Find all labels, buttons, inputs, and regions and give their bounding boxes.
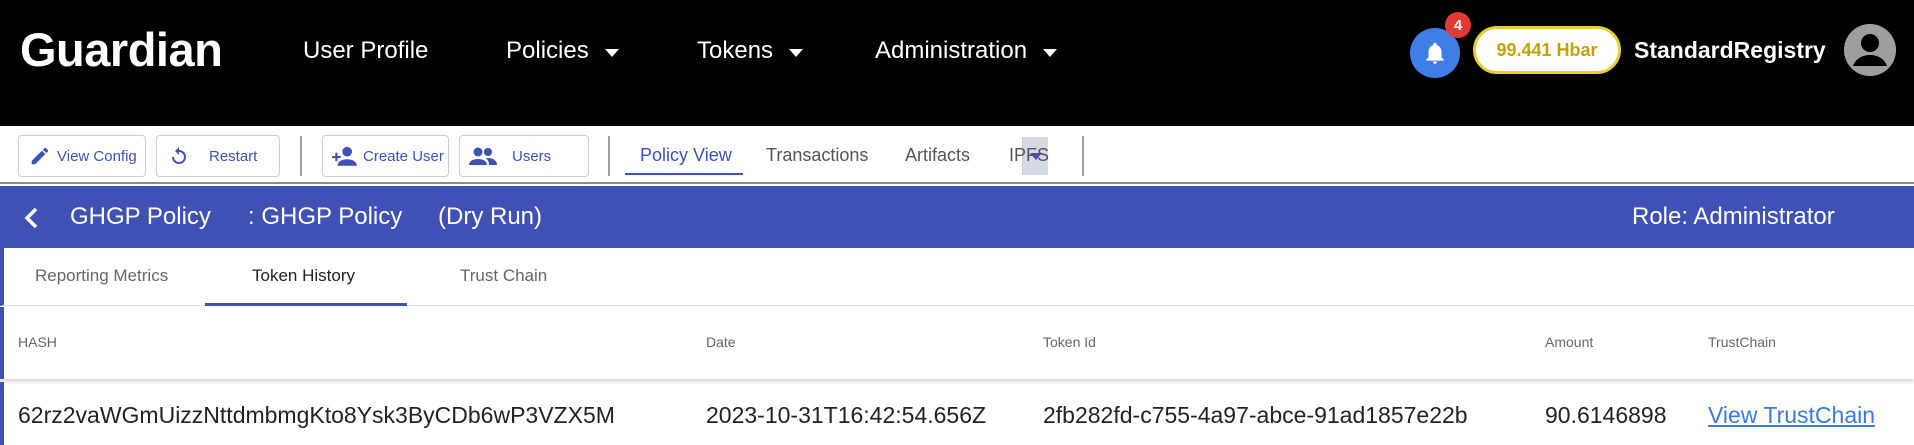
column-header-trustchain: TrustChain [1708,334,1776,350]
policy-mode: (Dry Run) [438,203,543,230]
users-label: Users [512,147,552,165]
username: StandardRegistry [1634,37,1826,63]
view-config-label: View Config [57,147,137,165]
nav-user-profile[interactable]: User Profile [303,37,428,65]
restart-icon [172,147,186,164]
toolbar-divider [608,136,610,176]
person-add-icon [332,146,357,166]
nav-tokens[interactable]: Tokens [697,37,804,65]
tab-trust-chain[interactable]: Trust Chain [460,266,547,286]
column-header-amount: Amount [1545,334,1594,350]
tab-reporting-metrics[interactable]: Reporting Metrics [35,266,168,286]
cell-amount: 90.6146898 [1545,402,1667,428]
table-header: HASH Date Token Id Amount TrustChain [0,307,1914,379]
nav-administration[interactable]: Administration [875,37,1058,65]
content-tabs: Reporting Metrics Token History Trust Ch… [0,248,1914,306]
column-header-token-id: Token Id [1043,334,1096,350]
table-row: 62rz2vaWGmUizzNttdmbmgKto8Ysk3ByCDb6wP3V… [0,382,1914,445]
view-trustchain-link[interactable]: View TrustChain [1708,402,1875,429]
toolbar-divider [1082,136,1084,176]
chevron-left-icon [24,207,38,229]
restart-label: Restart [209,147,258,165]
cell-date: 2023-10-31T16:42:54.656Z [706,402,987,428]
chevron-down-icon [1043,48,1058,57]
top-navbar: Guardian User Profile Policies Tokens Ad… [0,0,1914,126]
chevron-down-icon [604,48,619,57]
tab-artifacts[interactable]: Artifacts [905,145,970,166]
users-dropdown-button[interactable]: Users [459,135,1048,177]
column-header-hash: HASH [18,334,57,350]
nav-policies[interactable]: Policies [506,37,619,65]
toolbar-divider [300,136,302,176]
pencil-icon [31,147,49,165]
policy-subtitle: : GHGP Policy [248,203,403,230]
view-config-button[interactable]: View Config [18,135,146,177]
balance-pill[interactable]: 99.441 Hbar [1473,26,1621,74]
back-button[interactable] [22,206,42,235]
brand-logo[interactable]: Guardian [20,22,223,77]
cell-token-id: 2fb282fd-c755-4a97-abce-91ad1857e22b [1043,402,1468,428]
tab-token-history[interactable]: Token History [252,266,355,286]
column-header-date: Date [706,334,736,350]
nav-policies-label: Policies [506,37,589,64]
policy-toolbar: View Config Restart Create User Users Po… [0,126,1914,184]
policy-header: GHGP Policy : GHGP Policy (Dry Run) Role… [0,186,1914,248]
create-user-label: Create User [363,147,444,165]
nav-tokens-label: Tokens [697,37,774,64]
bell-icon [1426,42,1444,64]
policy-name: GHGP Policy [70,203,211,230]
chevron-down-icon [789,48,804,57]
nav-administration-label: Administration [875,37,1028,64]
active-tab-indicator [205,303,407,306]
active-tab-indicator [625,173,743,175]
group-icon [469,147,497,165]
account-circle-icon[interactable] [1844,24,1896,76]
nav-user-profile-label: User Profile [303,37,429,64]
tab-policy-view[interactable]: Policy View [640,145,732,166]
tab-ipfs[interactable]: IPFS [1009,145,1049,166]
role-label: Role: Administrator [1632,203,1835,230]
notification-count-badge: 4 [1445,12,1471,38]
create-user-button[interactable]: Create User [322,135,449,177]
tab-transactions[interactable]: Transactions [766,145,868,166]
cell-hash: 62rz2vaWGmUizzNttdmbmgKto8Ysk3ByCDb6wP3V… [18,402,615,428]
restart-button[interactable]: Restart [156,135,280,177]
